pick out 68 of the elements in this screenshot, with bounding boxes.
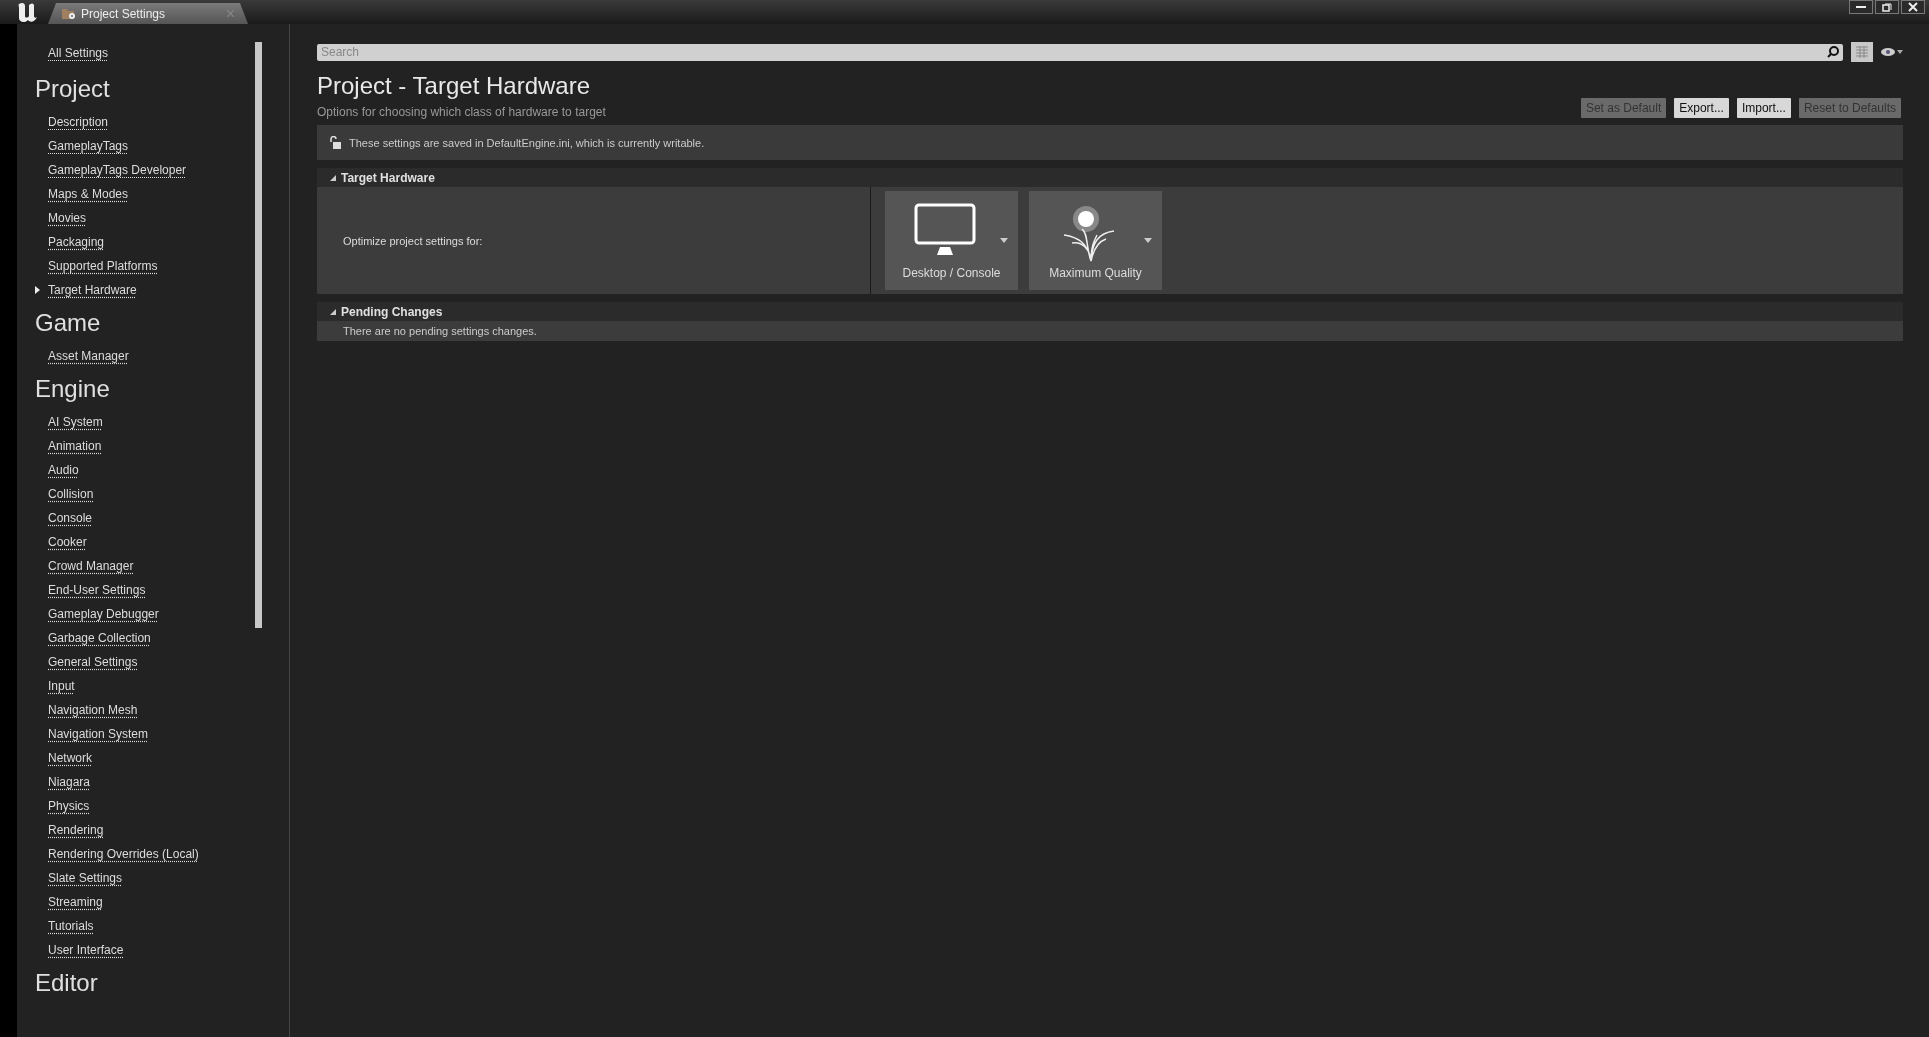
category-link[interactable]: Tutorials — [48, 918, 94, 934]
category-link[interactable]: Audio — [48, 462, 79, 478]
category-link[interactable]: User Interface — [48, 942, 124, 958]
expand-arrow-icon[interactable] — [329, 307, 337, 316]
section-heading: Editor — [35, 968, 99, 998]
page-description: Options for choosing which class of hardware to target — [317, 105, 606, 119]
category-link[interactable]: Description — [48, 114, 109, 130]
expand-arrow-icon[interactable] — [329, 173, 337, 182]
section-heading: Project — [35, 74, 111, 104]
category-link[interactable]: Animation — [48, 438, 102, 454]
folder-gear-icon — [62, 7, 76, 20]
close-button[interactable] — [1901, 0, 1925, 14]
category-link[interactable]: GameplayTags Developer — [48, 162, 187, 178]
hardware-dropdown[interactable]: Maximum Quality — [1029, 191, 1162, 290]
caret-icon — [1144, 238, 1152, 243]
minimize-button[interactable] — [1849, 0, 1873, 14]
search-icon — [1827, 45, 1839, 58]
grid-icon — [1856, 46, 1868, 58]
category-link[interactable]: Slate Settings — [48, 870, 123, 886]
category-link[interactable]: Asset Manager — [48, 348, 129, 364]
selected-arrow-icon — [35, 286, 40, 294]
action-button[interactable]: Import... — [1736, 98, 1791, 118]
category-link[interactable]: Crowd Manager — [48, 558, 134, 574]
section-heading: Game — [35, 308, 102, 338]
close-icon — [1908, 2, 1918, 12]
category-link[interactable]: Garbage Collection — [48, 630, 151, 646]
category-link[interactable]: Streaming — [48, 894, 103, 910]
caret-icon — [1000, 238, 1008, 243]
eye-icon — [1881, 48, 1895, 56]
caret-icon — [1897, 50, 1903, 54]
category-link[interactable]: Packaging — [48, 234, 105, 250]
minimize-icon — [1856, 5, 1866, 9]
category-link[interactable]: Movies — [48, 210, 86, 226]
category-link[interactable]: Rendering — [48, 822, 104, 838]
search-field[interactable]: Search — [317, 43, 1843, 61]
section-heading: Engine — [35, 374, 111, 404]
category-link[interactable]: Navigation Mesh — [48, 702, 138, 718]
category-link[interactable]: Navigation System — [48, 726, 149, 742]
pending-message: There are no pending settings changes. — [343, 325, 537, 337]
category-link[interactable]: Input — [48, 678, 75, 694]
category-link[interactable]: GameplayTags — [48, 138, 129, 154]
hardware-dropdown[interactable]: Desktop / Console — [885, 191, 1018, 290]
category-link[interactable]: Rendering Overrides (Local) — [48, 846, 199, 862]
category-link[interactable]: Network — [48, 750, 92, 766]
visibility-dropdown[interactable] — [1881, 48, 1903, 56]
category-link[interactable]: Console — [48, 510, 93, 526]
scrollbar-thumb[interactable] — [255, 42, 262, 628]
notice-text: These settings are saved in DefaultEngine.ini, which is currently writable. — [349, 136, 705, 149]
category-link[interactable]: Collision — [48, 486, 94, 502]
page-title: Project - Target Hardware — [317, 72, 591, 100]
category-link[interactable]: End-User Settings — [48, 582, 146, 598]
category-link[interactable]: Physics — [48, 798, 90, 814]
category-link[interactable]: Niagara — [48, 774, 91, 790]
property-label: Optimize project settings for: — [343, 234, 483, 247]
restore-button[interactable] — [1875, 0, 1899, 14]
category-link[interactable]: Target Hardware — [48, 282, 137, 298]
all-settings-link[interactable]: All Settings — [48, 46, 109, 60]
document-tab[interactable]: Project Settings — [48, 3, 248, 24]
category-link[interactable]: AI System — [48, 414, 103, 430]
category-link[interactable]: Gameplay Debugger — [48, 606, 159, 622]
action-button[interactable]: Export... — [1674, 98, 1729, 118]
category-link[interactable]: Maps & Modes — [48, 186, 129, 202]
u-logo-icon — [16, 1, 40, 23]
category-link[interactable]: General Settings — [48, 654, 138, 670]
category-link[interactable]: Cooker — [48, 534, 87, 550]
unlocked-padlock-icon — [329, 136, 341, 149]
restore-icon — [1882, 2, 1892, 12]
category-link[interactable]: Supported Platforms — [48, 258, 158, 274]
